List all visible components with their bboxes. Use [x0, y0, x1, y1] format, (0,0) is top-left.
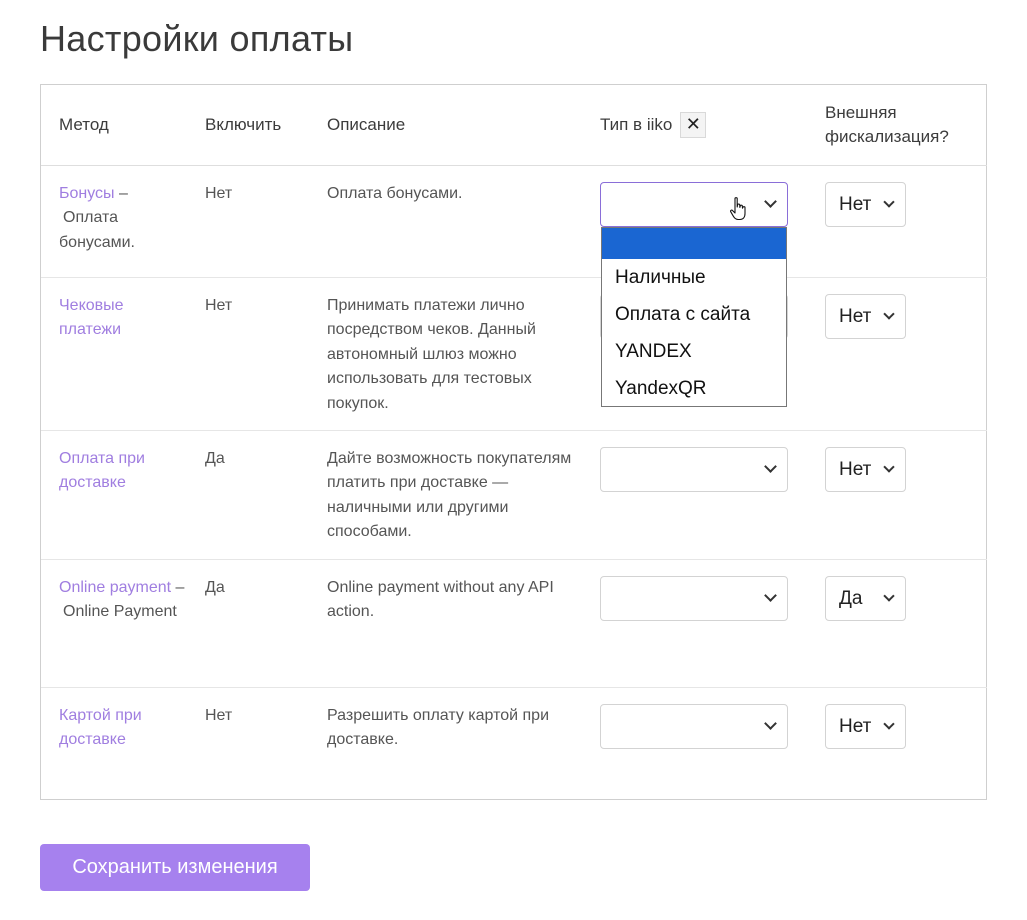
fiscal-select[interactable]: Нет: [825, 446, 906, 492]
table-row: Чековые платежи Нет Принимать платежи ли…: [41, 277, 987, 431]
fiscal-cell: Нет: [807, 165, 987, 278]
chevron-down-icon: [764, 194, 777, 208]
method-link[interactable]: Online payment: [59, 579, 171, 596]
table-row: Online payment – Online Payment Да Onlin…: [41, 559, 987, 688]
description-cell: Дайте возможность покупателям платить пр…: [309, 430, 582, 560]
chevron-down-icon: [883, 195, 895, 208]
fiscal-header-line1: Внешняя: [825, 102, 897, 122]
fiscal-header-line2: фискализация?: [825, 126, 949, 146]
description-cell: Принимать платежи лично посредством чеко…: [309, 277, 582, 431]
fiscal-value: Да: [839, 587, 863, 609]
column-enable: Включить: [187, 85, 309, 166]
enabled-cell: Нет: [187, 277, 309, 431]
clear-iiko-type-button[interactable]: ✕: [680, 111, 707, 138]
dropdown-option[interactable]: YANDEX: [602, 333, 786, 370]
iiko-type-label: Тип в iiko: [600, 114, 673, 134]
iiko-type-select[interactable]: [600, 703, 788, 749]
fiscal-select[interactable]: Нет: [825, 181, 906, 227]
iiko-type-select[interactable]: [600, 575, 788, 621]
fiscal-value: Нет: [839, 305, 872, 327]
table-row: Картой при доставке Нет Разрешить оплату…: [41, 687, 987, 799]
table-row: Оплата при доставке Да Дайте возможность…: [41, 430, 987, 560]
chevron-down-icon: [764, 459, 777, 473]
chevron-down-icon: [883, 460, 895, 473]
iiko-type-select[interactable]: [600, 446, 788, 492]
method-cell: Чековые платежи: [41, 277, 187, 431]
column-iiko-type: Тип в iiko ✕: [582, 85, 807, 166]
fiscal-value: Нет: [839, 715, 872, 737]
fiscal-cell: Нет: [807, 430, 987, 560]
description-cell: Оплата бонусами.: [309, 165, 582, 278]
method-cell: Картой при доставке: [41, 687, 187, 799]
iiko-type-cell: [582, 687, 807, 799]
method-cell: Оплата при доставке: [41, 430, 187, 560]
description-cell: Разрешить оплату картой при доставке.: [327, 706, 549, 749]
enabled-cell: Нет: [205, 706, 233, 724]
fiscal-cell: Нет: [807, 687, 987, 799]
iiko-type-dropdown-list: Наличные Оплата с сайта YANDEX YandexQR: [601, 227, 787, 407]
method-separator: –: [114, 184, 128, 202]
column-method: Метод: [41, 85, 187, 166]
method-link[interactable]: Бонусы: [59, 185, 115, 202]
method-cell: Бонусы – Оплата бонусами.: [41, 165, 187, 278]
fiscal-cell: Да: [807, 559, 987, 688]
description-cell: Online payment without any API action.: [309, 559, 582, 688]
page-title: Настройки оплаты: [40, 18, 354, 59]
dropdown-option[interactable]: Оплата с сайта: [602, 296, 786, 333]
method-link[interactable]: Чековые платежи: [59, 297, 124, 339]
method-extra: Online Payment: [63, 603, 177, 620]
hand-cursor-icon: [730, 197, 746, 221]
method-link[interactable]: Картой при доставке: [59, 707, 142, 749]
dropdown-option[interactable]: Наличные: [602, 259, 786, 296]
column-fiscalization: Внешняя фискализация?: [807, 85, 987, 166]
chevron-down-icon: [883, 307, 895, 320]
enabled-cell: Да: [187, 559, 309, 688]
chevron-down-icon: [883, 589, 895, 602]
table-row: Бонусы – Оплата бонусами. Нет Оплата бон…: [41, 165, 987, 278]
iiko-type-cell: [582, 559, 807, 688]
chevron-down-icon: [764, 588, 777, 602]
payment-methods-table: Метод Включить Описание Тип в iiko ✕ Вне…: [40, 84, 987, 800]
enabled-cell: Нет: [187, 165, 309, 278]
fiscal-value: Нет: [839, 193, 872, 215]
iiko-type-select[interactable]: [600, 181, 788, 227]
fiscal-select[interactable]: Нет: [825, 293, 906, 339]
dropdown-option[interactable]: YandexQR: [602, 370, 786, 407]
chevron-down-icon: [764, 716, 777, 730]
fiscal-value: Нет: [839, 458, 872, 480]
fiscal-cell: Нет: [807, 277, 987, 431]
table-header-row: Метод Включить Описание Тип в iiko ✕ Вне…: [41, 85, 987, 166]
method-cell: Online payment – Online Payment: [41, 559, 187, 688]
column-description: Описание: [309, 85, 582, 166]
method-extra: Оплата бонусами.: [59, 209, 135, 251]
fiscal-select[interactable]: Нет: [825, 703, 906, 749]
fiscal-select[interactable]: Да: [825, 575, 906, 621]
iiko-type-cell: [582, 430, 807, 560]
method-link[interactable]: Оплата при доставке: [59, 450, 145, 492]
dropdown-option-empty[interactable]: [602, 228, 786, 259]
chevron-down-icon: [883, 717, 895, 730]
method-separator: –: [171, 578, 185, 596]
save-changes-button[interactable]: Сохранить изменения: [40, 844, 310, 891]
enabled-cell: Да: [187, 430, 309, 560]
